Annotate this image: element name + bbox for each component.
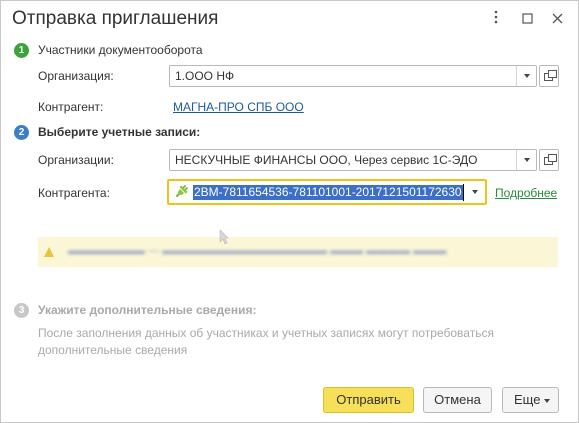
chevron-down-icon[interactable] [465,181,485,203]
counterparty-label: Контрагент: [38,100,104,114]
chevron-down-icon[interactable] [516,150,536,170]
notice-text: ▬▬▬▬▬▬▬ — ▬▬▬▬▬▬▬▬▬▬▬▬▬▬▬ ▬▬▬ ▬▬▬▬ ▬▬▬ [68,245,447,257]
step-1-badge: 1 [14,43,29,58]
cancel-button[interactable]: Отмена [423,387,492,413]
organization-label: Организация: [38,69,114,83]
warning-icon [44,246,54,257]
notice-bar: ▬▬▬▬▬▬▬ — ▬▬▬▬▬▬▬▬▬▬▬▬▬▬▬ ▬▬▬ ▬▬▬▬ ▬▬▬ [38,237,558,267]
step-3-badge: 3 [14,303,29,318]
chevron-down-icon[interactable] [516,66,536,86]
counterparty-account-field[interactable]: 2BM-7811654536-781101001-201712150117263… [167,179,487,205]
more-vertical-icon[interactable] [486,10,506,30]
send-button[interactable]: Отправить [323,387,414,413]
counterparty-link[interactable]: МАГНА-ПРО СПБ ООО [173,100,304,114]
step-2-badge: 2 [14,125,29,140]
plug-icon [174,183,190,199]
step-3-title: Укажите дополнительные сведения: [38,303,257,317]
organization-field[interactable]: 1.ООО НФ [169,65,537,87]
open-organization-icon[interactable] [539,65,559,87]
more-button-label: Еще [514,392,541,407]
organization-value: 1.ООО НФ [175,69,235,83]
title-bar: Отправка приглашения [1,1,578,41]
mouse-cursor-icon [219,229,229,245]
step-2-title: Выберите учетные записи: [38,125,201,139]
additional-info-hint: После заполнения данных об участниках и … [38,326,494,357]
maximize-icon[interactable] [517,10,537,30]
chevron-down-icon [544,399,550,403]
counterparty-account-label: Контрагента: [38,186,110,200]
organizations-label: Организации: [38,153,114,167]
dialog-window: Отправка приглашения 1 Участники докумен… [0,0,579,423]
organizations-account-field[interactable]: НЕСКУЧНЫЕ ФИНАНСЫ ООО, Через сервис 1С-Э… [169,149,537,171]
step-1-title: Участники документооборота [38,43,203,57]
details-link[interactable]: Подробнее [495,186,557,200]
text-caret [463,184,464,201]
dialog-title: Отправка приглашения [12,8,219,29]
close-icon[interactable] [547,10,567,30]
open-organizations-account-icon[interactable] [539,149,559,171]
organizations-account-value: НЕСКУЧНЫЕ ФИНАНСЫ ООО, Через сервис 1С-Э… [175,153,478,167]
counterparty-account-value: 2BM-7811654536-781101001-201712150117263… [193,185,463,200]
more-menu-button[interactable]: Еще [502,387,559,413]
